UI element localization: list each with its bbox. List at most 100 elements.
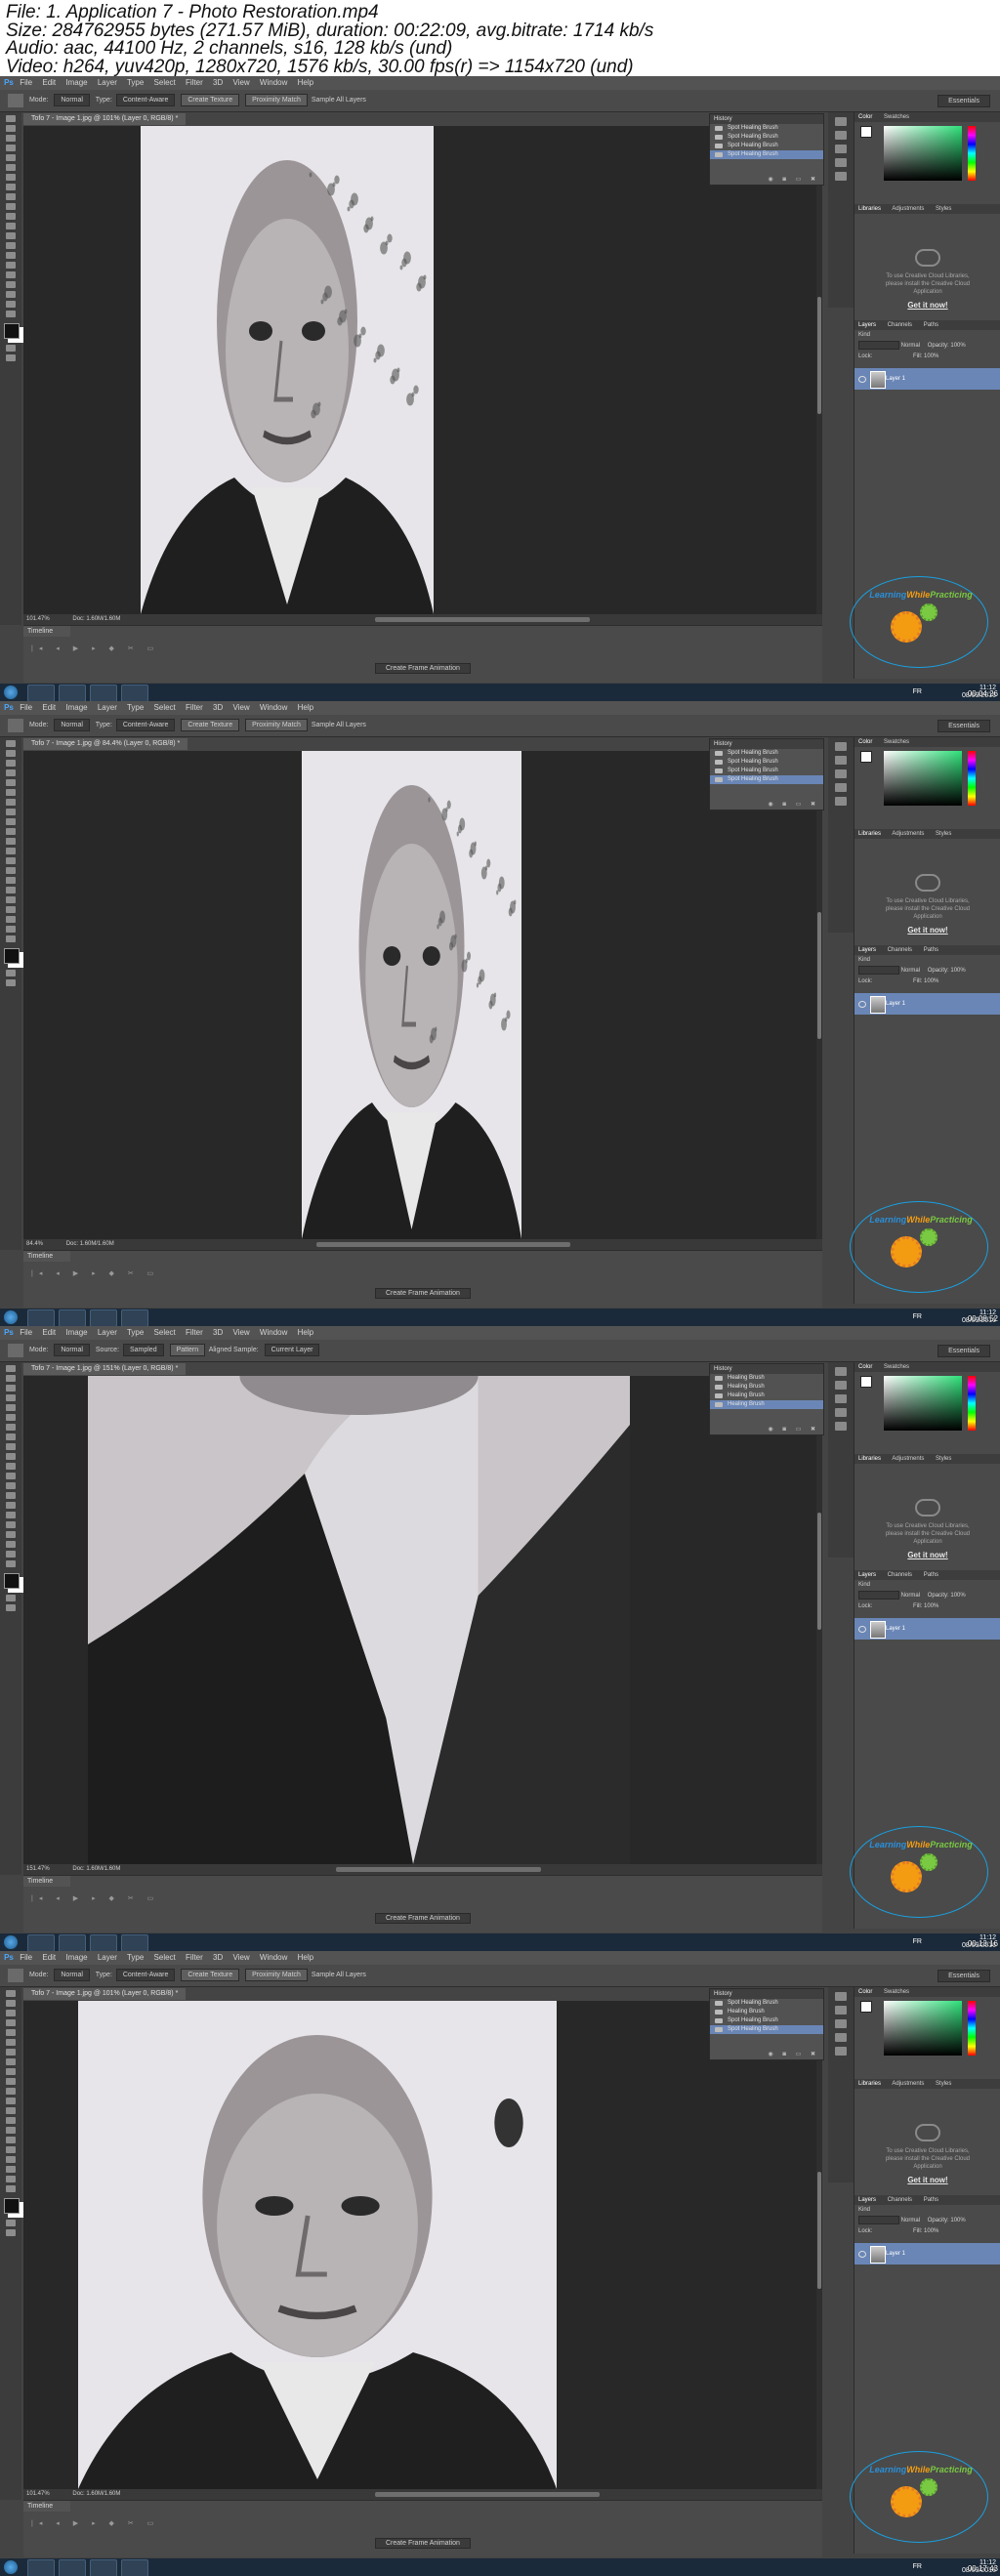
menu-edit[interactable]: Edit bbox=[42, 1328, 56, 1337]
tool-preset-icon[interactable] bbox=[8, 719, 23, 732]
history-item[interactable]: Spot Healing Brush bbox=[710, 1999, 823, 2008]
blur-tool-icon[interactable] bbox=[6, 857, 16, 864]
color-picker-field[interactable] bbox=[884, 1376, 962, 1431]
history-item[interactable]: Healing Brush bbox=[710, 1374, 823, 1383]
start-button-icon[interactable] bbox=[4, 1310, 18, 1324]
menu-type[interactable]: Type bbox=[127, 78, 144, 87]
language-indicator[interactable]: FR bbox=[913, 688, 922, 695]
menu-layer[interactable]: Layer bbox=[98, 78, 117, 87]
brush-tool-icon[interactable] bbox=[6, 2058, 16, 2065]
aligned-checkbox[interactable]: Aligned bbox=[209, 1347, 231, 1353]
screen-mode-icon[interactable] bbox=[6, 1604, 16, 1611]
lasso-tool-icon[interactable] bbox=[6, 2010, 16, 2016]
start-button-icon[interactable] bbox=[4, 686, 18, 699]
healing-brush-tool-icon[interactable] bbox=[6, 1424, 16, 1431]
marquee-tool-icon[interactable] bbox=[6, 1375, 16, 1382]
start-button-icon[interactable] bbox=[4, 2560, 18, 2574]
move-tool-icon[interactable] bbox=[6, 1990, 16, 1997]
quick-select-tool-icon[interactable] bbox=[6, 1394, 16, 1401]
layer-name[interactable]: Layer 1 bbox=[886, 2251, 905, 2257]
crop-tool-icon[interactable] bbox=[6, 1404, 16, 1411]
proximity-match-button[interactable]: Proximity Match bbox=[245, 93, 308, 106]
history-panel-icon[interactable] bbox=[835, 742, 847, 751]
foreground-color-swatch[interactable] bbox=[860, 2001, 872, 2013]
marquee-tool-icon[interactable] bbox=[6, 2000, 16, 2007]
kind-filter-dropdown[interactable]: Kind bbox=[858, 332, 870, 338]
create-texture-button[interactable]: Create Texture bbox=[181, 1968, 240, 1981]
tab-libraries[interactable]: Libraries bbox=[858, 831, 881, 837]
menu-view[interactable]: View bbox=[232, 703, 249, 712]
language-indicator[interactable]: FR bbox=[913, 2563, 922, 2570]
proximity-match-button[interactable]: Proximity Match bbox=[245, 1968, 308, 1981]
tool-preset-icon[interactable] bbox=[8, 94, 23, 107]
menu-filter[interactable]: Filter bbox=[186, 703, 203, 712]
clone-stamp-tool-icon[interactable] bbox=[6, 2068, 16, 2075]
quick-select-tool-icon[interactable] bbox=[6, 2019, 16, 2026]
history-brush-tool-icon[interactable] bbox=[6, 828, 16, 835]
brush-panel-icon[interactable] bbox=[835, 145, 847, 153]
vertical-scrollbar[interactable] bbox=[816, 126, 822, 614]
sample-dropdown[interactable]: Current Layer bbox=[264, 1343, 320, 1356]
camtasia-taskbar-icon[interactable] bbox=[121, 1934, 148, 1951]
history-brush-tool-icon[interactable] bbox=[6, 2078, 16, 2085]
history-item[interactable]: Spot Healing Brush bbox=[710, 749, 823, 758]
paragraph-panel-icon[interactable] bbox=[835, 172, 847, 181]
blur-tool-icon[interactable] bbox=[6, 232, 16, 239]
tab-paths[interactable]: Paths bbox=[924, 947, 938, 953]
fill-value[interactable]: 100% bbox=[924, 2228, 938, 2234]
shape-tool-icon[interactable] bbox=[6, 2156, 16, 2163]
document-tab[interactable]: Tofo 7 - Image 1.jpg @ 84.4% (Layer 0, R… bbox=[23, 738, 188, 750]
layer-row[interactable]: Layer 1 bbox=[854, 368, 1000, 390]
menu-select[interactable]: Select bbox=[154, 78, 176, 87]
hand-tool-icon[interactable] bbox=[6, 2166, 16, 2173]
create-frame-animation-button[interactable]: Create Frame Animation bbox=[375, 663, 471, 674]
menu-3d[interactable]: 3D bbox=[213, 1328, 223, 1337]
quick-select-tool-icon[interactable] bbox=[6, 769, 16, 776]
kind-filter-dropdown[interactable]: Kind bbox=[858, 957, 870, 963]
horizontal-scroll-thumb[interactable] bbox=[375, 617, 590, 622]
tab-layers[interactable]: Layers bbox=[858, 1572, 876, 1578]
eyedropper-tool-icon[interactable] bbox=[6, 2039, 16, 2046]
menu-filter[interactable]: Filter bbox=[186, 78, 203, 87]
horizontal-scroll-thumb[interactable] bbox=[316, 1242, 570, 1247]
tool-preset-icon[interactable] bbox=[8, 1969, 23, 1982]
tab-layers[interactable]: Layers bbox=[858, 322, 876, 328]
marquee-tool-icon[interactable] bbox=[6, 750, 16, 757]
tab-styles[interactable]: Styles bbox=[936, 831, 951, 837]
gradient-tool-icon[interactable] bbox=[6, 2098, 16, 2104]
quick-mask-icon[interactable] bbox=[6, 1595, 16, 1601]
menu-view[interactable]: View bbox=[232, 1328, 249, 1337]
chrome-taskbar-icon[interactable] bbox=[27, 2559, 55, 2576]
menu-help[interactable]: Help bbox=[298, 78, 313, 87]
quick-select-tool-icon[interactable] bbox=[6, 145, 16, 151]
tab-channels[interactable]: Channels bbox=[888, 2197, 912, 2203]
tab-paths[interactable]: Paths bbox=[924, 322, 938, 328]
start-button-icon[interactable] bbox=[4, 1935, 18, 1949]
foreground-background-swatch[interactable] bbox=[4, 323, 20, 339]
explorer-taskbar-icon[interactable] bbox=[59, 1934, 86, 1951]
character-panel-icon[interactable] bbox=[835, 1408, 847, 1417]
menu-edit[interactable]: Edit bbox=[42, 1953, 56, 1962]
menu-window[interactable]: Window bbox=[260, 1953, 287, 1962]
tab-color[interactable]: Color bbox=[858, 114, 872, 120]
vertical-scroll-thumb[interactable] bbox=[817, 912, 821, 1039]
document-tab[interactable]: Tofo 7 - Image 1.jpg @ 101% (Layer 0, RG… bbox=[23, 1988, 187, 2000]
blend-mode-dropdown[interactable] bbox=[858, 341, 899, 350]
tab-swatches[interactable]: Swatches bbox=[884, 114, 909, 120]
timeline-controls[interactable]: |◂ ◂ ▶ ▸ ◆ ✂ ▭ bbox=[23, 1887, 822, 1910]
gradient-tool-icon[interactable] bbox=[6, 1473, 16, 1479]
blend-mode-dropdown[interactable] bbox=[858, 2216, 899, 2224]
path-select-tool-icon[interactable] bbox=[6, 896, 16, 903]
marquee-tool-icon[interactable] bbox=[6, 125, 16, 132]
history-footer-icons[interactable]: ◉ ◙ ▭ ✖ bbox=[768, 801, 819, 808]
eraser-tool-icon[interactable] bbox=[6, 1463, 16, 1470]
tab-styles[interactable]: Styles bbox=[936, 2081, 951, 2087]
history-panel-icon[interactable] bbox=[835, 1992, 847, 2001]
document-canvas[interactable] bbox=[23, 751, 822, 1239]
zoom-tool-icon[interactable] bbox=[6, 1551, 16, 1558]
camtasia-taskbar-icon[interactable] bbox=[121, 2559, 148, 2576]
tab-swatches[interactable]: Swatches bbox=[884, 1364, 909, 1370]
opacity-value[interactable]: 100% bbox=[950, 343, 965, 349]
chrome-taskbar-icon[interactable] bbox=[27, 685, 55, 701]
tab-swatches[interactable]: Swatches bbox=[884, 739, 909, 745]
